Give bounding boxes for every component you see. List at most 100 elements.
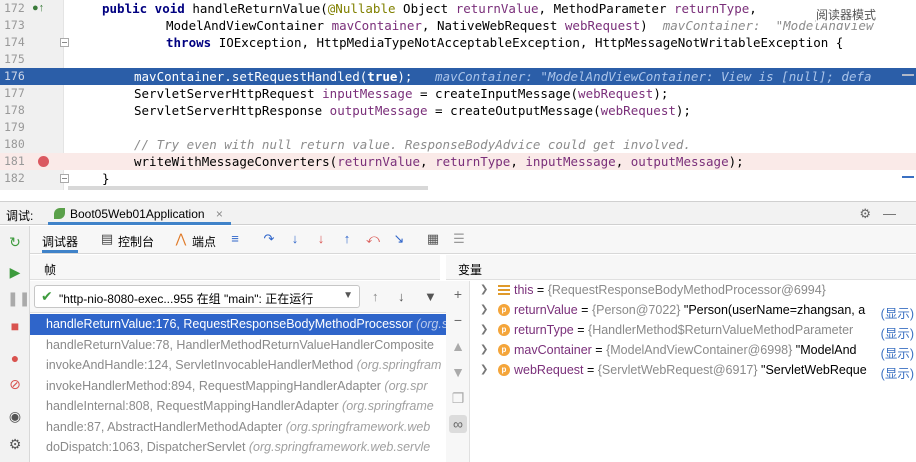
copy-icon[interactable]: ❐ <box>451 391 465 405</box>
line-number: 174 <box>4 35 25 49</box>
step-out-icon[interactable]: ↑ <box>340 232 354 246</box>
stack-frame[interactable]: doDispatch:1063, DispatcherServlet (org.… <box>30 437 446 458</box>
scroll-marker[interactable] <box>902 176 914 178</box>
code-line-182[interactable]: 182 } <box>0 170 916 187</box>
pause-icon[interactable]: ❚❚ <box>7 290 30 306</box>
add-watch-icon[interactable]: + <box>451 287 465 301</box>
code-line-178[interactable]: 178 ServletServerHttpResponse outputMess… <box>0 102 916 119</box>
code-line-174[interactable]: 174 throws IOException, HttpMediaTypeNot… <box>0 34 916 51</box>
line-number: 182 <box>4 171 25 185</box>
stack-frame[interactable]: handle:87, AbstractHandlerMethodAdapter … <box>30 417 446 438</box>
expand-arrow-icon[interactable]: ❯ <box>480 284 488 295</box>
view-breakpoints-icon[interactable]: ● <box>7 350 23 366</box>
variable-row[interactable]: ❯ p webRequest = {ServletWebRequest@6917… <box>470 361 916 381</box>
force-step-into-icon[interactable]: ↓ <box>314 232 328 246</box>
variable-row[interactable]: ❯ this = {RequestResponseBodyMethodProce… <box>470 281 916 301</box>
settings-icon[interactable]: ⚙ <box>7 436 23 452</box>
thread-name: "http-nio-8080-exec...955 在组 "main": 正在运… <box>59 292 314 306</box>
parameter-icon: p <box>498 344 510 356</box>
debug-label: 调试: <box>6 209 34 223</box>
stack-frame[interactable]: invokeAndHandle:124, ServletInvocableHan… <box>30 355 446 376</box>
line-number: 175 <box>4 52 25 66</box>
tab-breakpoints[interactable]: 端点 <box>192 226 216 253</box>
rerun-icon[interactable]: ↻ <box>7 234 23 250</box>
code-line-175[interactable]: 175 <box>0 51 916 68</box>
evaluate-expression-icon[interactable]: ▦ <box>426 232 440 246</box>
code-text: throws IOException, HttpMediaTypeNotAcce… <box>166 35 844 50</box>
thread-selector-row: ✔ "http-nio-8080-exec...955 在组 "main": 正… <box>30 281 470 313</box>
breakpoint-icon[interactable] <box>38 156 49 167</box>
resume-icon[interactable]: ▶ <box>7 264 23 280</box>
code-line-177[interactable]: 177 ServletServerHttpRequest inputMessag… <box>0 85 916 102</box>
code-text: ModelAndViewContainer mavContainer, Nati… <box>166 18 874 33</box>
variables-side-toolbar: + − ▲ ▼ ❐ ∞ <box>446 281 470 462</box>
debug-tool-window-header: 调试: Boot05Web01Application × ⚙— <box>0 201 916 225</box>
override-method-icon[interactable]: ●↑ <box>32 2 44 14</box>
show-value-link[interactable]: (显示) <box>881 343 914 362</box>
down-arrow-icon[interactable]: ↓ <box>398 289 405 304</box>
stack-frame[interactable]: handleReturnValue:78, HandlerMethodRetur… <box>30 335 446 356</box>
expand-arrow-icon[interactable]: ❯ <box>480 324 488 335</box>
stack-frame-list[interactable]: handleReturnValue:176, RequestResponseBo… <box>30 314 446 462</box>
show-value-link[interactable]: (显示) <box>881 303 914 322</box>
mute-breakpoints-icon[interactable]: ⊘ <box>7 376 23 392</box>
fold-marker-icon[interactable] <box>60 38 69 47</box>
code-line-176-current[interactable]: 176 mavContainer.setRequestHandled(true)… <box>0 68 916 85</box>
code-line-172[interactable]: 172 ●↑ public void handleReturnValue(@Nu… <box>0 0 916 17</box>
expand-arrow-icon[interactable]: ❯ <box>480 304 488 315</box>
code-line-180[interactable]: 180 // Try even with null return value. … <box>0 136 916 153</box>
settings-gear-icon[interactable]: ⚙— <box>859 206 908 222</box>
line-number: 172 <box>4 1 25 15</box>
stack-frame[interactable]: handleInternal:808, RequestMappingHandle… <box>30 396 446 417</box>
expand-arrow-icon[interactable]: ❯ <box>480 364 488 375</box>
run-config-tab[interactable]: Boot05Web01Application × <box>48 202 231 225</box>
filter-icon[interactable]: ▼ <box>424 289 437 304</box>
line-number: 178 <box>4 103 25 117</box>
code-line-181-breakpoint[interactable]: 181 writeWithMessageConverters(returnVal… <box>0 153 916 170</box>
debugger-toolbar: 调试器 ▤ 控制台 ⋀ 端点 ≡ ↷ ↓ ↓ ↑ ⤺ ↘ ▦ ☰ <box>30 226 916 254</box>
remove-watch-icon[interactable]: − <box>451 313 465 327</box>
variables-panel-header: 变量 <box>446 255 916 280</box>
code-text: writeWithMessageConverters(returnValue, … <box>134 154 744 169</box>
step-over-icon[interactable]: ↷ <box>262 232 276 246</box>
trace-icon[interactable]: ☰ <box>452 232 466 246</box>
up-arrow-icon[interactable]: ↑ <box>372 289 379 304</box>
stop-icon[interactable]: ■ <box>7 318 23 334</box>
camera-icon[interactable]: ◉ <box>7 408 23 424</box>
debug-side-toolbar: ↻ ▶ ❚❚ ■ ● ⊘ ◉ ⚙ <box>0 226 30 462</box>
close-tab-icon[interactable]: × <box>216 207 223 221</box>
show-value-link[interactable]: (显示) <box>881 363 914 382</box>
code-text: } <box>102 171 110 186</box>
variables-title: 变量 <box>458 263 483 277</box>
code-line-173[interactable]: 173 ModelAndViewContainer mavContainer, … <box>0 17 916 34</box>
tab-console[interactable]: 控制台 <box>118 226 154 253</box>
glasses-icon[interactable]: ∞ <box>449 415 467 433</box>
scroll-marker[interactable] <box>902 74 914 76</box>
stack-frame-selected[interactable]: handleReturnValue:176, RequestResponseBo… <box>30 314 446 335</box>
reader-mode-toggle[interactable]: 阅读器模式 <box>815 6 876 23</box>
frames-panel-header: 帧 <box>30 255 440 280</box>
menu-icon[interactable]: ≡ <box>228 232 242 246</box>
move-down-icon[interactable]: ▼ <box>451 365 465 379</box>
code-editor[interactable]: 172 ●↑ public void handleReturnValue(@Nu… <box>0 0 916 190</box>
line-number: 179 <box>4 120 25 134</box>
variable-row[interactable]: ❯ p returnType = {HandlerMethod$ReturnVa… <box>470 321 916 341</box>
step-into-icon[interactable]: ↓ <box>288 232 302 246</box>
show-value-link[interactable]: (显示) <box>881 323 914 342</box>
variable-row[interactable]: ❯ p mavContainer = {ModelAndViewContaine… <box>470 341 916 361</box>
tab-debugger[interactable]: 调试器 <box>42 226 79 253</box>
thread-dropdown[interactable]: ✔ "http-nio-8080-exec...955 在组 "main": 正… <box>34 285 360 308</box>
run-to-cursor-icon[interactable]: ↘ <box>392 232 406 246</box>
variable-row[interactable]: ❯ p returnValue = {Person@7022} "Person(… <box>470 301 916 321</box>
running-check-icon: ✔ <box>41 288 53 304</box>
variables-tree[interactable]: ❯ this = {RequestResponseBodyMethodProce… <box>470 281 916 462</box>
fold-marker-icon[interactable] <box>60 174 69 183</box>
horizontal-scrollbar[interactable] <box>68 186 428 190</box>
drop-frame-icon[interactable]: ⤺ <box>366 232 380 246</box>
line-number: 180 <box>4 137 25 151</box>
move-up-icon[interactable]: ▲ <box>451 339 465 353</box>
code-text: mavContainer.setRequestHandled(true); ma… <box>134 69 872 84</box>
code-line-179[interactable]: 179 <box>0 119 916 136</box>
expand-arrow-icon[interactable]: ❯ <box>480 344 488 355</box>
stack-frame[interactable]: invokeHandlerMethod:894, RequestMappingH… <box>30 376 446 397</box>
